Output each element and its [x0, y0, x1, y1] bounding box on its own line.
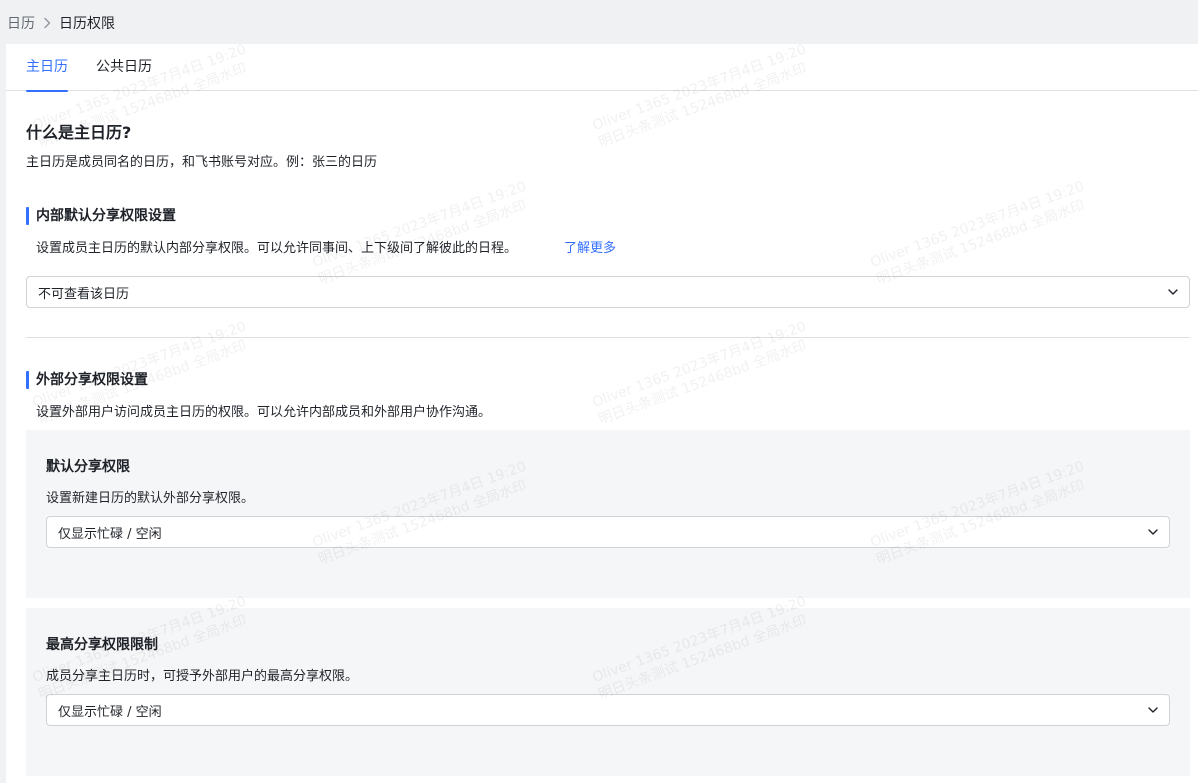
chevron-down-icon [1168, 289, 1178, 295]
tab-bar: 主日历 公共日历 [6, 44, 1198, 92]
chevron-down-icon [1148, 707, 1158, 713]
section-divider [26, 337, 1190, 338]
breadcrumb-calendar-link[interactable]: 日历 [7, 13, 35, 33]
chevron-right-icon [43, 17, 51, 29]
internal-permission-select[interactable]: 不可查看该日历 [26, 276, 1190, 308]
internal-section-description: 设置成员主日历的默认内部分享权限。可以允许同事间、上下级间了解彼此的日程。 [36, 241, 518, 256]
max-share-value: 仅显示忙碌 / 空闲 [58, 704, 162, 720]
default-share-value: 仅显示忙碌 / 空闲 [58, 526, 162, 542]
max-share-card: 最高分享权限限制 成员分享主日历时，可授予外部用户的最高分享权限。 仅显示忙碌 … [26, 608, 1190, 776]
tab-primary-calendar[interactable]: 主日历 [26, 44, 68, 92]
intro-title: 什么是主日历? [26, 123, 132, 142]
default-share-description: 设置新建日历的默认外部分享权限。 [46, 491, 255, 506]
calendar-permission-panel: 主日历 公共日历 什么是主日历? 主日历是成员同名的日历，和飞书账号对应。例：张… [6, 44, 1198, 783]
internal-permission-value: 不可查看该日历 [38, 286, 130, 302]
external-section-description: 设置外部用户访问成员主日历的权限。可以允许内部成员和外部用户协作沟通。 [36, 405, 492, 420]
external-section-title: 外部分享权限设置 [26, 370, 148, 390]
tab-public-calendar[interactable]: 公共日历 [96, 44, 152, 91]
breadcrumb-current: 日历权限 [59, 16, 115, 32]
default-share-select[interactable]: 仅显示忙碌 / 空闲 [46, 516, 1170, 548]
max-share-description: 成员分享主日历时，可授予外部用户的最高分享权限。 [46, 669, 359, 684]
max-share-select[interactable]: 仅显示忙碌 / 空闲 [46, 694, 1170, 726]
default-share-title: 默认分享权限 [46, 459, 130, 475]
max-share-title: 最高分享权限限制 [46, 637, 158, 653]
breadcrumb: 日历 日历权限 [7, 14, 115, 32]
learn-more-link[interactable]: 了解更多 [564, 237, 616, 256]
intro-description: 主日历是成员同名的日历，和飞书账号对应。例：张三的日历 [26, 155, 378, 170]
internal-section-title: 内部默认分享权限设置 [26, 206, 176, 226]
default-share-card: 默认分享权限 设置新建日历的默认外部分享权限。 仅显示忙碌 / 空闲 [26, 430, 1190, 598]
chevron-down-icon [1148, 529, 1158, 535]
